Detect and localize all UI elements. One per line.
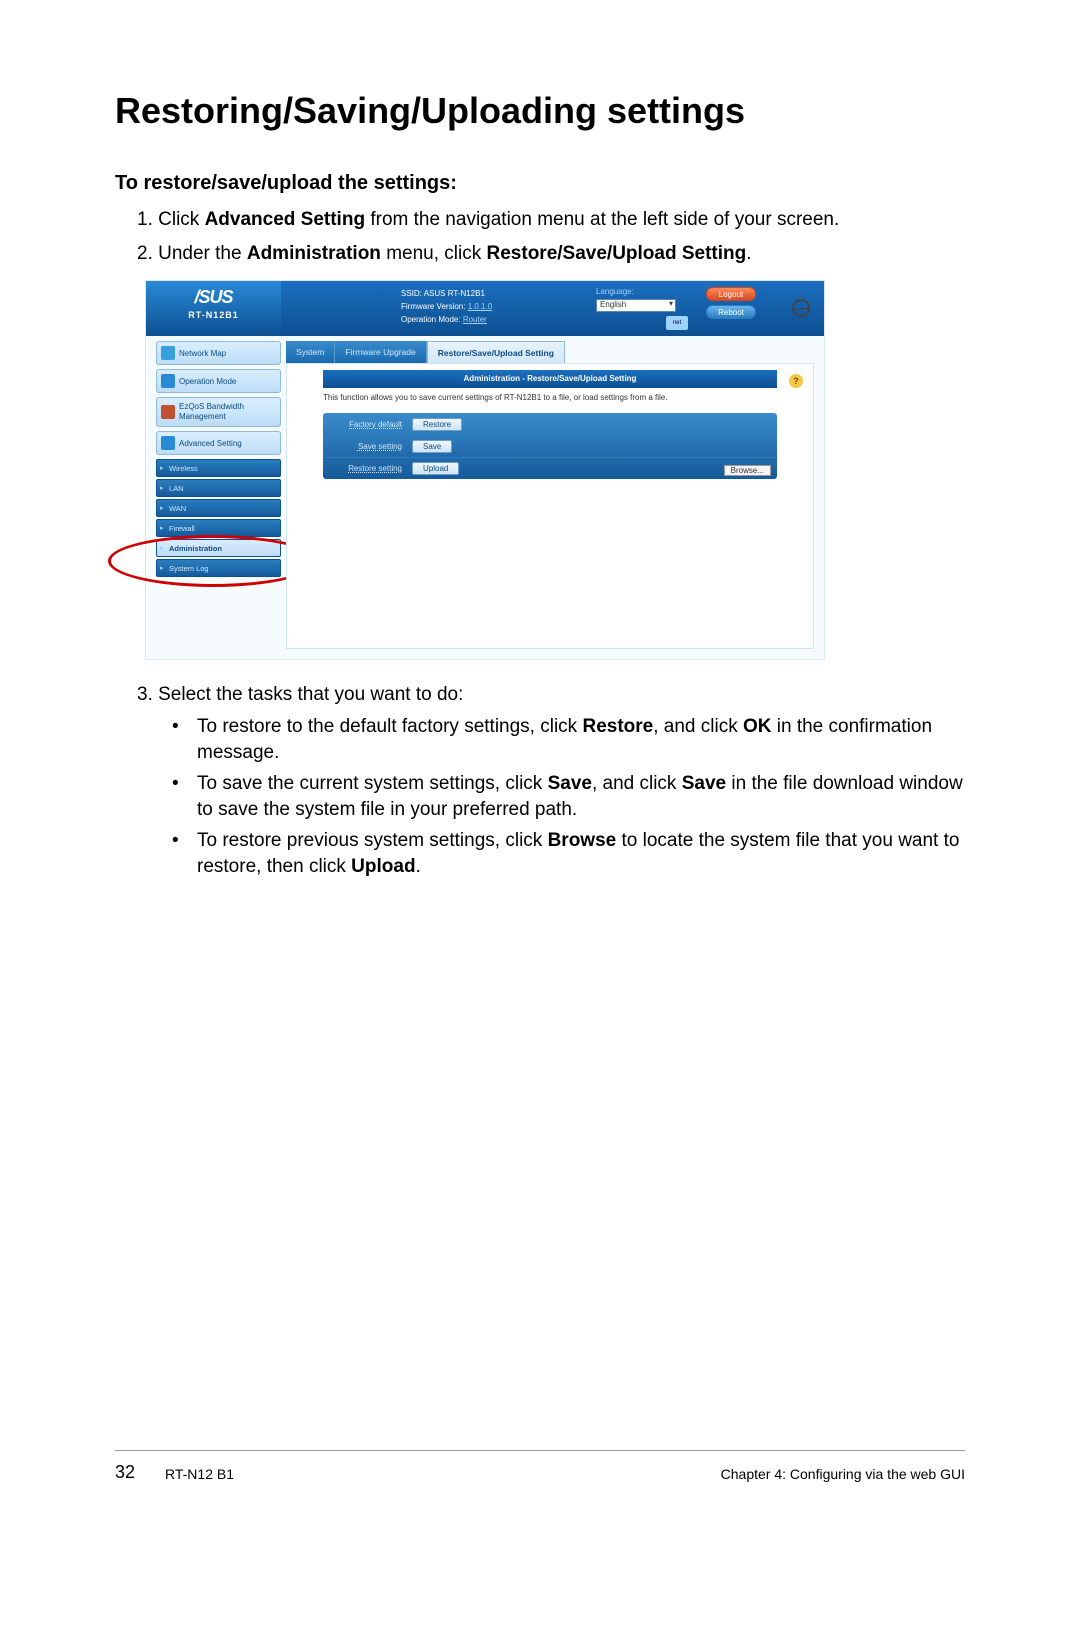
upload-button[interactable]: Upload [412, 462, 459, 475]
advanced-setting-icon [161, 436, 175, 450]
step-3: 3. Select the tasks that you want to do:… [137, 682, 965, 879]
section-subhead: To restore/save/upload the settings: [115, 172, 965, 195]
logout-button[interactable]: Logout [706, 287, 756, 301]
factory-default-label: Factory default [323, 420, 408, 429]
router-logo: /SUS RT-N12B1 [146, 281, 281, 336]
sidebar-item-network-map[interactable]: Network Map [156, 341, 281, 365]
tab-system[interactable]: System [286, 341, 335, 363]
language-select[interactable]: English [596, 299, 676, 312]
step-2: 2. Under the Administration menu, click … [137, 241, 965, 267]
router-screenshot: /SUS RT-N12B1 SSID: ASUS RT-N12B1 Firmwa… [145, 280, 965, 660]
firmware-version-link[interactable]: 1.0.1.0 [468, 302, 492, 311]
sidebar-sub-system-log[interactable]: System Log [156, 559, 281, 577]
brand-model: RT-N12B1 [146, 310, 281, 320]
step-1-text: Click Advanced Setting from the navigati… [158, 209, 839, 230]
steps-list: 1. Click Advanced Setting from the navig… [115, 207, 965, 266]
panel-title: Administration - Restore/Save/Upload Set… [323, 370, 777, 388]
operation-mode-link[interactable]: Router [463, 315, 487, 324]
bullet-save: To save the current system settings, cli… [137, 771, 965, 822]
network-map-icon [161, 346, 175, 360]
router-panel: ? Administration - Restore/Save/Upload S… [286, 363, 814, 649]
tab-firmware-upgrade[interactable]: Firmware Upgrade [335, 341, 426, 363]
operation-mode-icon [161, 374, 175, 388]
step-1: 1. Click Advanced Setting from the navig… [137, 207, 965, 233]
language-label: Language: [596, 287, 634, 296]
row-restore-setting: Restore setting Upload Browse... [323, 457, 777, 479]
row-factory-default: Factory default Restore [323, 413, 777, 435]
step-1-number: 1. [137, 209, 158, 230]
ezqos-icon [161, 405, 175, 419]
step-2-text: Under the Administration menu, click Res… [158, 243, 751, 264]
step-3-bullets: To restore to the default factory settin… [137, 714, 965, 880]
globe-icon[interactable] [792, 299, 810, 317]
save-button[interactable]: Save [412, 440, 452, 453]
page-number: 32 [115, 1462, 135, 1483]
settings-rows: Factory default Restore Save setting Sav… [323, 413, 777, 479]
reboot-button[interactable]: Reboot [706, 305, 756, 319]
network-status-icon[interactable]: net [666, 316, 688, 330]
sidebar-sub-lan[interactable]: LAN [156, 479, 281, 497]
header-info: SSID: ASUS RT-N12B1 Firmware Version: 1.… [401, 287, 492, 326]
router-ui: /SUS RT-N12B1 SSID: ASUS RT-N12B1 Firmwa… [145, 280, 825, 660]
help-icon[interactable]: ? [789, 374, 803, 388]
file-picker: Browse... [724, 460, 771, 478]
row-save-setting: Save setting Save [323, 435, 777, 457]
step-2-number: 2. [137, 243, 158, 264]
sidebar-item-advanced-setting[interactable]: Advanced Setting [156, 431, 281, 455]
sidebar-sub-wireless[interactable]: Wireless [156, 459, 281, 477]
sidebar-sub-firewall[interactable]: Firewall [156, 519, 281, 537]
router-sidebar: Network Map Operation Mode EzQoS Bandwid… [156, 341, 281, 579]
bullet-restore: To restore to the default factory settin… [137, 714, 965, 765]
panel-description: This function allows you to save current… [323, 392, 777, 403]
sidebar-sub-administration[interactable]: Administration [156, 539, 281, 557]
steps-list-continued: 3. Select the tasks that you want to do:… [115, 682, 965, 879]
restore-setting-label: Restore setting [323, 464, 408, 473]
sidebar-sublist: Wireless LAN WAN Firewall Administration… [156, 459, 281, 577]
footer-rule [115, 1450, 965, 1451]
bullet-upload: To restore previous system settings, cli… [137, 828, 965, 879]
tab-restore-save-upload[interactable]: Restore/Save/Upload Setting [427, 341, 565, 363]
brand-logo: /SUS [146, 281, 281, 308]
page-title: Restoring/Saving/Uploading settings [115, 90, 965, 132]
manual-page: Restoring/Saving/Uploading settings To r… [0, 0, 1080, 1627]
restore-button[interactable]: Restore [412, 418, 462, 431]
save-setting-label: Save setting [323, 442, 408, 451]
sidebar-item-operation-mode[interactable]: Operation Mode [156, 369, 281, 393]
router-tabs: System Firmware Upgrade Restore/Save/Upl… [286, 341, 814, 363]
step-3-number: 3. [137, 684, 158, 705]
sidebar-sub-wan[interactable]: WAN [156, 499, 281, 517]
browse-button[interactable]: Browse... [724, 465, 771, 476]
footer-model: RT-N12 B1 [165, 1466, 234, 1482]
footer-chapter: Chapter 4: Configuring via the web GUI [721, 1466, 965, 1482]
step-3-text: Select the tasks that you want to do: [158, 684, 463, 705]
router-header: /SUS RT-N12B1 SSID: ASUS RT-N12B1 Firmwa… [146, 281, 824, 336]
sidebar-item-ezqos[interactable]: EzQoS Bandwidth Management [156, 397, 281, 427]
